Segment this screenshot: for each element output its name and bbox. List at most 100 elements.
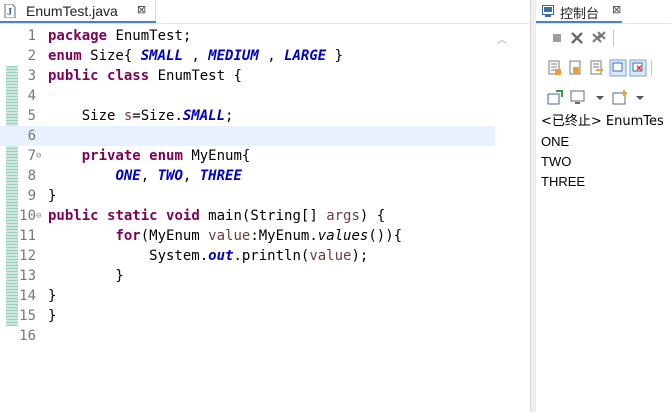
code-line[interactable]: 2 enum Size{ SMALL , MEDIUM , LARGE } [0,46,495,66]
line-number: 10 [19,208,36,224]
scroll-lock-icon[interactable] [546,59,564,77]
new-console-icon[interactable] [611,89,629,107]
remove-launch-icon[interactable] [568,29,586,47]
line-number: 3 [27,68,36,84]
console-output-line: ONE [541,134,570,149]
code-token: public [48,68,99,84]
code-token: } [326,48,344,64]
line-number: 16 [19,328,36,344]
code-area[interactable]: 1 package EnumTest; 2 enum Size{ SMALL , ME… [0,26,495,346]
console-toolbar-row-3 [536,89,671,109]
line-number: 5 [27,108,36,124]
code-token: class [107,68,150,84]
console-status-label: <已终止> EnumTes [541,114,664,129]
code-line[interactable]: 11 for(MyEnum value:MyEnum.values()){ [0,226,495,246]
console-pane: 控制台 ⊠ <已终止> EnumTes ONE TWO THREE [536,0,671,412]
code-token: , [140,168,158,184]
close-icon[interactable]: ⊠ [612,3,621,16]
active-tab-indicator [0,21,156,23]
code-token: out [208,248,234,264]
toolbar-separator [613,30,614,46]
terminate-icon[interactable] [548,29,566,47]
line-number: 4 [27,88,36,104]
code-token: MyEnum{ [182,148,251,164]
chevron-down-icon[interactable] [631,89,649,107]
code-token: ()){ [368,228,403,244]
code-token: LARGE [284,48,327,64]
word-wrap-icon[interactable] [567,59,585,77]
code-line[interactable]: 14} [0,286,495,306]
close-icon[interactable]: ⊠ [137,3,146,16]
line-number: 11 [19,228,36,244]
scroll-up-icon[interactable]: ︿ [497,31,507,46]
line-number: 9 [27,188,36,204]
code-token: , [182,48,209,64]
show-on-output-icon[interactable] [588,59,606,77]
code-token: Size [48,108,124,124]
open-console-icon[interactable] [546,89,564,107]
code-line[interactable]: 3 public class EnumTest { [0,66,495,86]
code-text: } [48,286,56,306]
console-output-line: THREE [541,174,586,189]
console-tab-bar: 控制台 ⊠ [536,0,671,24]
show-on-error-icon[interactable] [629,59,647,77]
code-token: System. [48,248,209,264]
line-number: 8 [27,168,36,184]
code-token: } [48,308,57,324]
editor-tab-title: EnumTest.java [26,3,118,19]
java-file-icon: J [4,4,16,18]
line-number: 7 [27,148,36,164]
code-line[interactable]: 5 Size s=Size.SMALL; [0,106,495,126]
code-token: value [309,248,352,264]
svg-text:J: J [7,7,12,18]
code-text: } [48,266,124,286]
code-token: args [326,208,360,224]
line-number: 6 [27,128,36,144]
code-line[interactable]: 15} [0,306,495,326]
console-output[interactable]: ONE TWO THREE [541,132,585,192]
line-number: 13 [19,268,36,284]
fold-toggle-icon[interactable]: ⊖ [36,206,41,226]
code-token: ); [351,248,369,264]
code-line[interactable]: 1 package EnumTest; [0,26,495,46]
code-token: void [166,208,200,224]
code-text: } [48,306,56,326]
editor-tab-enumtest[interactable]: J EnumTest.java ⊠ [0,0,156,23]
code-line[interactable]: 4 [0,86,495,106]
code-line[interactable]: 16 [0,326,495,346]
chevron-down-icon[interactable] [591,89,609,107]
code-token: } [48,188,57,204]
code-line[interactable]: 8 ONE, TWO, THREE [0,166,495,186]
code-text: for(MyEnum value:MyEnum.values()){ [48,226,402,246]
console-toolbar-row-2 [536,59,671,79]
line-number: 14 [19,288,36,304]
code-line[interactable]: 12 System.out.println(value); [0,246,495,266]
code-token: MEDIUM [208,48,259,64]
code-text: System.out.println(value); [48,246,368,266]
console-tab-title[interactable]: 控制台 [560,3,599,22]
code-token: enum [149,148,183,164]
code-token: ONE [115,168,141,184]
code-token: main(String[] [199,208,327,224]
fold-toggle-icon[interactable]: ⊖ [36,146,41,166]
code-line[interactable]: 10 ⊖ public static void main(String[] args… [0,206,495,226]
code-token: } [48,268,124,284]
code-token: value [208,228,251,244]
code-line[interactable]: 7 ⊖ private enum MyEnum{ [0,146,495,166]
line-number: 1 [27,28,36,44]
code-line[interactable]: 9} [0,186,495,206]
code-token: } [48,288,57,304]
code-token: THREE [199,168,242,184]
editor-pane: J EnumTest.java ⊠ 1 package EnumTest; 2 enu… [0,0,530,412]
pin-console-icon[interactable] [609,59,627,77]
code-token: Size{ [81,48,141,64]
code-line[interactable]: 6 [0,126,495,146]
display-selected-console-icon[interactable] [569,89,587,107]
remove-all-terminated-icon[interactable] [590,29,608,47]
code-line[interactable]: 13 } [0,266,495,286]
code-token: EnumTest { [149,68,242,84]
